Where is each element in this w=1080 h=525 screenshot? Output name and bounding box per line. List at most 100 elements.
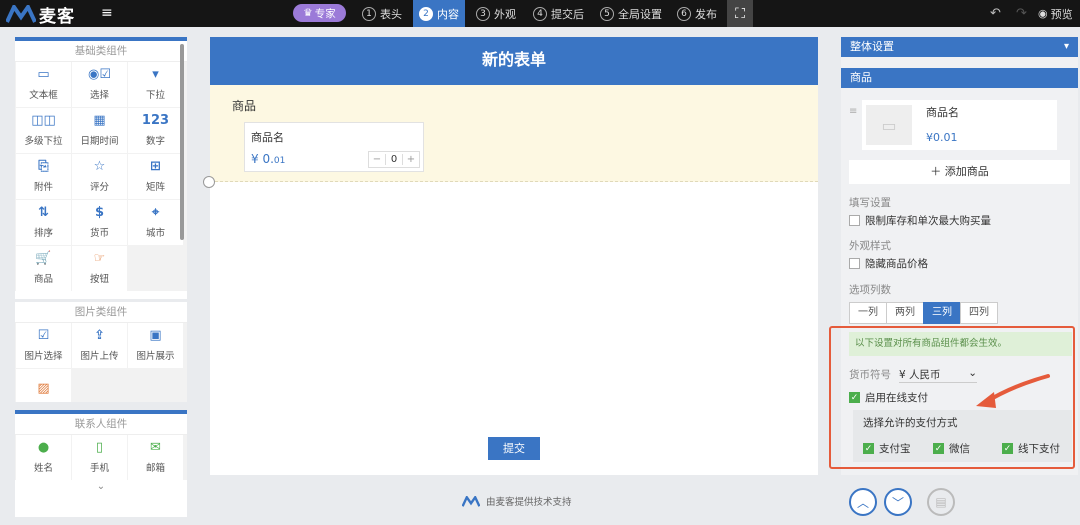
phone-icon: ▯ [95, 440, 104, 455]
image-placeholder-icon: ▭ [866, 105, 912, 145]
left-panel-scrollbar[interactable] [180, 44, 184, 240]
columns-selector: 一列 两列 三列 四列 [849, 302, 998, 324]
image-icon: ▣ [149, 328, 162, 343]
plus-button[interactable]: + [403, 154, 419, 165]
hide-price-checkbox[interactable]: 隐藏商品价格 [849, 256, 928, 271]
column-option-4[interactable]: 四列 [960, 302, 998, 324]
logo-mark-icon [6, 5, 36, 23]
contact-components-grid: ● 姓名 ▯ 手机 ✉ 邮箱 [15, 435, 187, 480]
product-section-title: 商品 [232, 99, 257, 113]
fullscreen-icon[interactable]: ⛶ [727, 0, 753, 27]
component-choice[interactable]: ◉☑ 选择 [72, 62, 127, 107]
component-city[interactable]: ⌖ 城市 [128, 200, 183, 245]
add-product-button[interactable]: ＋ 添加商品 [849, 160, 1070, 184]
paperclip-icon: ⎘ [38, 159, 49, 174]
column-option-1[interactable]: 一列 [849, 302, 887, 324]
quantity-value[interactable]: 0 [385, 154, 403, 165]
product-item-name: 商品名 [926, 106, 959, 119]
hamburger-icon[interactable]: ≡ [101, 5, 113, 21]
component-label: 姓名 [33, 463, 53, 474]
tab-step-5[interactable]: 5 全局设置 [594, 0, 668, 27]
preview-button[interactable]: ◉ 预览 [1038, 0, 1073, 27]
logo[interactable]: 麦客 [6, 3, 75, 27]
tab-step-1[interactable]: 1 表头 [356, 0, 408, 27]
column-option-2[interactable]: 两列 [886, 302, 924, 324]
product-settings-header: 商品 [841, 68, 1078, 88]
move-up-button[interactable]: ︿ [849, 488, 877, 516]
eye-icon: ◉ [1038, 7, 1048, 20]
product-name: 商品名 [251, 131, 284, 144]
component-image-other[interactable]: ▨ [16, 369, 71, 402]
component-product[interactable]: 🛒 商品 [16, 246, 71, 291]
undo-icon[interactable]: ↶ [990, 0, 1001, 27]
component-image-display[interactable]: ▣ 图片展示 [128, 323, 183, 368]
component-rating[interactable]: ☆ 评分 [72, 154, 127, 199]
component-phone[interactable]: ▯ 手机 [72, 435, 127, 480]
component-matrix[interactable]: ⊞ 矩阵 [128, 154, 183, 199]
checkbox-box [849, 215, 860, 226]
tab-step-2[interactable]: 2 内容 [413, 0, 465, 27]
redo-icon[interactable]: ↷ [1016, 0, 1027, 27]
component-label: 多级下拉 [24, 136, 63, 147]
column-option-3[interactable]: 三列 [923, 302, 961, 324]
matrix-icon: ⊞ [150, 159, 161, 174]
product-settings-title: 商品 [850, 71, 872, 84]
component-label: 矩阵 [145, 182, 165, 193]
checkbox-box [849, 258, 860, 269]
step-label: 提交后 [551, 7, 584, 21]
component-currency[interactable]: $ 货币 [72, 200, 127, 245]
save-icon: ▤ [935, 495, 947, 509]
minus-button[interactable]: − [369, 154, 385, 165]
component-email[interactable]: ✉ 邮箱 [128, 435, 183, 480]
contact-components-group: 联系人组件 ● 姓名 ▯ 手机 ✉ 邮箱 ⌄ [15, 410, 187, 517]
component-datetime[interactable]: ▦ 日期时间 [72, 108, 127, 153]
tab-step-3[interactable]: 3 外观 [470, 0, 522, 27]
component-label: 图片选择 [24, 351, 63, 362]
form-title[interactable]: 新的表单 [210, 37, 818, 85]
chevron-down-icon: ﹀ [891, 495, 904, 510]
component-label: 文本框 [29, 90, 58, 101]
step-number: 1 [362, 6, 376, 21]
expert-badge[interactable]: ♛ 专家 [293, 4, 346, 22]
form-canvas: 新的表单 商品 商品名 ¥ 0.01 − 0 + 提交 [210, 37, 818, 475]
chevron-down-icon: ▾ [1063, 41, 1069, 52]
crown-icon: ♛ [303, 7, 313, 19]
chevron-down-icon[interactable]: ⌄ [15, 480, 187, 494]
step-label: 表头 [380, 7, 402, 21]
price-symbol: ¥ [251, 152, 259, 166]
expert-badge-label: 专家 [314, 7, 336, 20]
overall-settings-header[interactable]: 整体设置 ▾ [841, 37, 1078, 57]
component-image-select[interactable]: ☑ 图片选择 [16, 323, 71, 368]
component-attachment[interactable]: ⎘ 附件 [16, 154, 71, 199]
image-check-icon: ☑ [37, 328, 50, 343]
limit-stock-checkbox[interactable]: 限制库存和单次最大购买量 [849, 213, 991, 228]
basic-components-grid: ▭ 文本框 ◉☑ 选择 ▾ 下拉 ◫◫ 多级下拉 ▦ 日期时间 123 数字 ⎘ 附件 ☆ 评分… [15, 62, 187, 291]
tab-step-4[interactable]: 4 提交后 [527, 0, 590, 27]
component-cascade[interactable]: ◫◫ 多级下拉 [16, 108, 71, 153]
component-image-upload[interactable]: ⇪ 图片上传 [72, 323, 127, 368]
drag-dots-icon[interactable]: ≡ [849, 107, 857, 117]
radio-checkbox-icon: ◉☑ [88, 67, 111, 82]
image-gallery-icon: ▨ [37, 381, 50, 396]
drag-handle-icon[interactable] [203, 176, 215, 188]
component-label: 城市 [145, 228, 165, 239]
dollar-icon: $ [94, 205, 105, 220]
product-component[interactable]: 商品 商品名 ¥ 0.01 − 0 + [210, 85, 818, 182]
product-item[interactable]: ▭ 商品名 ¥0.01 [862, 100, 1057, 150]
step-label: 内容 [437, 7, 459, 21]
cascade-icon: ◫◫ [31, 113, 56, 128]
component-label: 按钮 [89, 274, 109, 285]
submit-button[interactable]: 提交 [488, 437, 540, 460]
component-textbox[interactable]: ▭ 文本框 [16, 62, 71, 107]
component-button[interactable]: ☞ 按钮 [72, 246, 127, 291]
save-button[interactable]: ▤ [927, 488, 955, 516]
component-name[interactable]: ● 姓名 [16, 435, 71, 480]
move-down-button[interactable]: ﹀ [884, 488, 912, 516]
product-price: ¥ 0.01 [251, 152, 285, 166]
component-dropdown[interactable]: ▾ 下拉 [128, 62, 183, 107]
number-icon: 123 [141, 113, 170, 128]
tab-step-6[interactable]: 6 发布 [671, 0, 723, 27]
component-sort[interactable]: ⇅ 排序 [16, 200, 71, 245]
component-number[interactable]: 123 数字 [128, 108, 183, 153]
upload-icon: ⇪ [94, 328, 105, 343]
